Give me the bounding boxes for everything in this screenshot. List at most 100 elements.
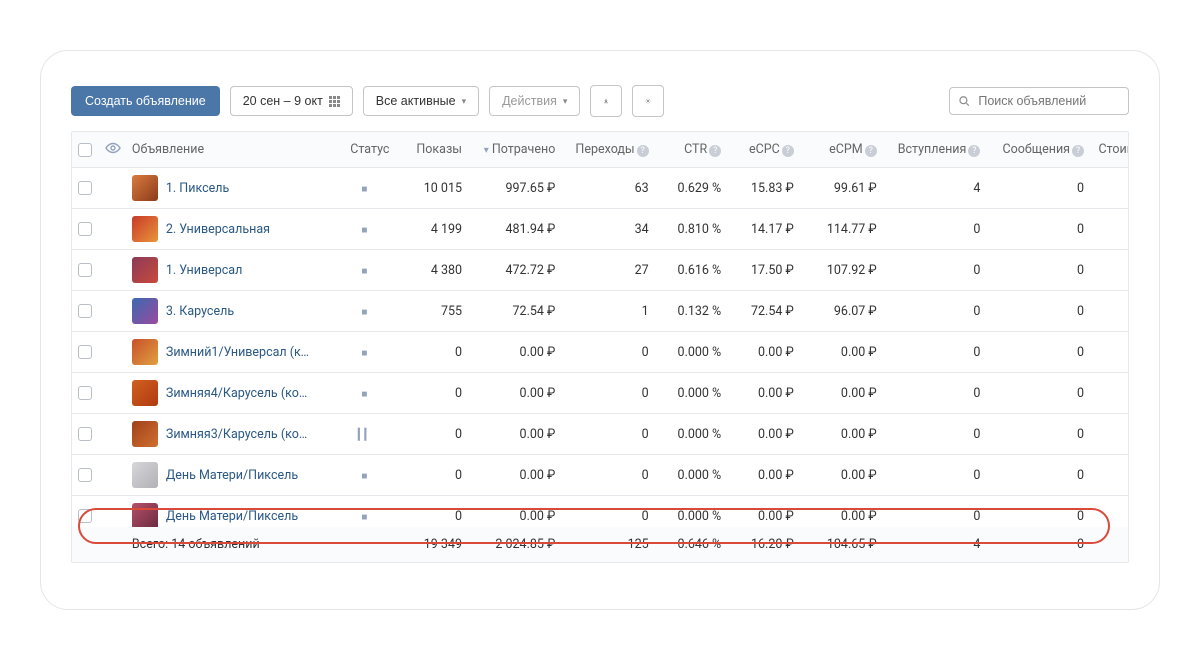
date-range-button[interactable]: 20 сен – 9 окт	[230, 86, 353, 116]
row-checkbox[interactable]	[78, 468, 92, 482]
ads-table-card: Создать объявление 20 сен – 9 окт Все ак…	[40, 50, 1160, 610]
totals-spent: 2 024.85 ₽	[468, 527, 561, 563]
eye-icon[interactable]	[105, 142, 121, 154]
search-input[interactable]	[976, 93, 1120, 109]
cell-ctr: 0.000 %	[655, 373, 728, 414]
totals-ecpm: 104.65 ₽	[800, 527, 883, 563]
col-clicks[interactable]: Переходы?	[561, 132, 654, 168]
stop-icon[interactable]: ■	[361, 512, 367, 523]
col-impressions[interactable]: Показы	[395, 132, 468, 168]
cell-status: ■	[333, 168, 395, 209]
cell-status: ▎▎	[333, 414, 395, 455]
row-checkbox[interactable]	[78, 304, 92, 318]
cell-ctr: 0.629 %	[655, 168, 728, 209]
help-icon[interactable]: ?	[1072, 145, 1084, 157]
col-joins[interactable]: Вступления?	[883, 132, 987, 168]
row-checkbox[interactable]	[78, 427, 92, 441]
stop-icon[interactable]: ■	[361, 307, 367, 318]
cell-clicks: 0	[561, 455, 654, 496]
col-status[interactable]: Статус	[333, 132, 395, 168]
stop-icon[interactable]: ■	[361, 184, 367, 195]
table-scroll[interactable]: Объявление Статус Показы ▾Потрачено Пере…	[72, 132, 1128, 562]
ad-thumbnail[interactable]	[132, 380, 158, 406]
search-box[interactable]	[949, 87, 1129, 115]
cell-ecpm: 96.07 ₽	[800, 291, 883, 332]
cell-spent: 481.94 ₽	[468, 209, 561, 250]
row-checkbox[interactable]	[78, 345, 92, 359]
totals-clicks: 125	[561, 527, 654, 563]
pause-icon[interactable]: ▎▎	[358, 428, 371, 441]
col-cost[interactable]: Стоим	[1090, 132, 1128, 168]
cell-clicks: 27	[561, 250, 654, 291]
cell-clicks: 0	[561, 373, 654, 414]
help-icon[interactable]: ?	[865, 145, 877, 157]
select-all-checkbox[interactable]	[78, 143, 92, 157]
col-spent[interactable]: ▾Потрачено	[468, 132, 561, 168]
cell-ctr: 0.810 %	[655, 209, 728, 250]
cell-status: ■	[333, 209, 395, 250]
cell-messages: 0	[986, 455, 1090, 496]
row-checkbox[interactable]	[78, 181, 92, 195]
ad-thumbnail[interactable]	[132, 503, 158, 529]
cell-status: ■	[333, 250, 395, 291]
totals-label: Всего: 14 объявлений	[126, 527, 333, 563]
col-ctr[interactable]: CTR?	[655, 132, 728, 168]
cell-ecpm: 0.00 ₽	[800, 332, 883, 373]
cell-ecpc: 0.00 ₽	[727, 332, 800, 373]
ad-thumbnail[interactable]	[132, 339, 158, 365]
stop-icon[interactable]: ■	[361, 266, 367, 277]
ad-thumbnail[interactable]	[132, 216, 158, 242]
help-icon[interactable]: ?	[782, 145, 794, 157]
ad-name-link[interactable]: Зимняя4/Карусель (копия) (копия) (...	[166, 386, 312, 401]
row-checkbox[interactable]	[78, 222, 92, 236]
row-checkbox[interactable]	[78, 509, 92, 523]
ad-name-link[interactable]: Зимняя3/Карусель (копия) (копия) (...	[166, 427, 312, 442]
create-ad-button[interactable]: Создать объявление	[71, 86, 220, 116]
cell-joins: 0	[883, 209, 987, 250]
cell-clicks: 63	[561, 168, 654, 209]
cell-ctr: 0.000 %	[655, 414, 728, 455]
ad-thumbnail[interactable]	[132, 257, 158, 283]
cell-messages: 0	[986, 373, 1090, 414]
help-icon[interactable]: ?	[709, 145, 721, 157]
cell-ctr: 0.000 %	[655, 455, 728, 496]
stop-icon[interactable]: ■	[361, 389, 367, 400]
stop-icon[interactable]: ■	[361, 348, 367, 359]
actions-label: Действия	[502, 94, 557, 108]
actions-button[interactable]: Действия ▾	[489, 86, 580, 116]
col-ecpm[interactable]: eCPM?	[800, 132, 883, 168]
col-messages[interactable]: Сообщения?	[986, 132, 1090, 168]
ad-name-link[interactable]: 1. Универсал	[166, 263, 242, 278]
table-row: День Матери/Пиксель■00.00 ₽00.000 %0.00 …	[72, 455, 1128, 496]
ad-name-link[interactable]: 2. Универсальная	[166, 222, 270, 237]
ad-name-link[interactable]: День Матери/Пиксель	[166, 509, 298, 524]
cell-status: ■	[333, 455, 395, 496]
search-icon	[958, 94, 970, 108]
cell-ecpm: 0.00 ₽	[800, 373, 883, 414]
ad-thumbnail[interactable]	[132, 462, 158, 488]
ad-name-link[interactable]: День Матери/Пиксель	[166, 468, 298, 483]
cell-ecpc: 72.54 ₽	[727, 291, 800, 332]
ad-thumbnail[interactable]	[132, 298, 158, 324]
col-ad[interactable]: Объявление	[126, 132, 333, 168]
chevron-down-icon: ▾	[462, 96, 467, 107]
ad-thumbnail[interactable]	[132, 421, 158, 447]
col-ecpc[interactable]: eCPC?	[727, 132, 800, 168]
stop-icon[interactable]: ■	[361, 471, 367, 482]
ad-name-link[interactable]: 3. Карусель	[166, 304, 234, 319]
help-icon[interactable]: ?	[637, 145, 649, 157]
cell-spent: 0.00 ₽	[468, 414, 561, 455]
cell-status: ■	[333, 291, 395, 332]
row-checkbox[interactable]	[78, 386, 92, 400]
settings-button[interactable]	[632, 85, 664, 117]
status-filter-button[interactable]: Все активные ▾	[363, 86, 479, 116]
help-icon[interactable]: ?	[968, 145, 980, 157]
ad-thumbnail[interactable]	[132, 175, 158, 201]
cell-impressions: 0	[395, 373, 468, 414]
row-checkbox[interactable]	[78, 263, 92, 277]
ad-name-link[interactable]: 1. Пиксель	[166, 181, 229, 196]
ad-name-link[interactable]: Зимний1/Универсал (копия) (копия) ...	[166, 345, 312, 360]
stop-icon[interactable]: ■	[361, 225, 367, 236]
download-button[interactable]	[590, 85, 622, 117]
cell-ecpc: 14.17 ₽	[727, 209, 800, 250]
